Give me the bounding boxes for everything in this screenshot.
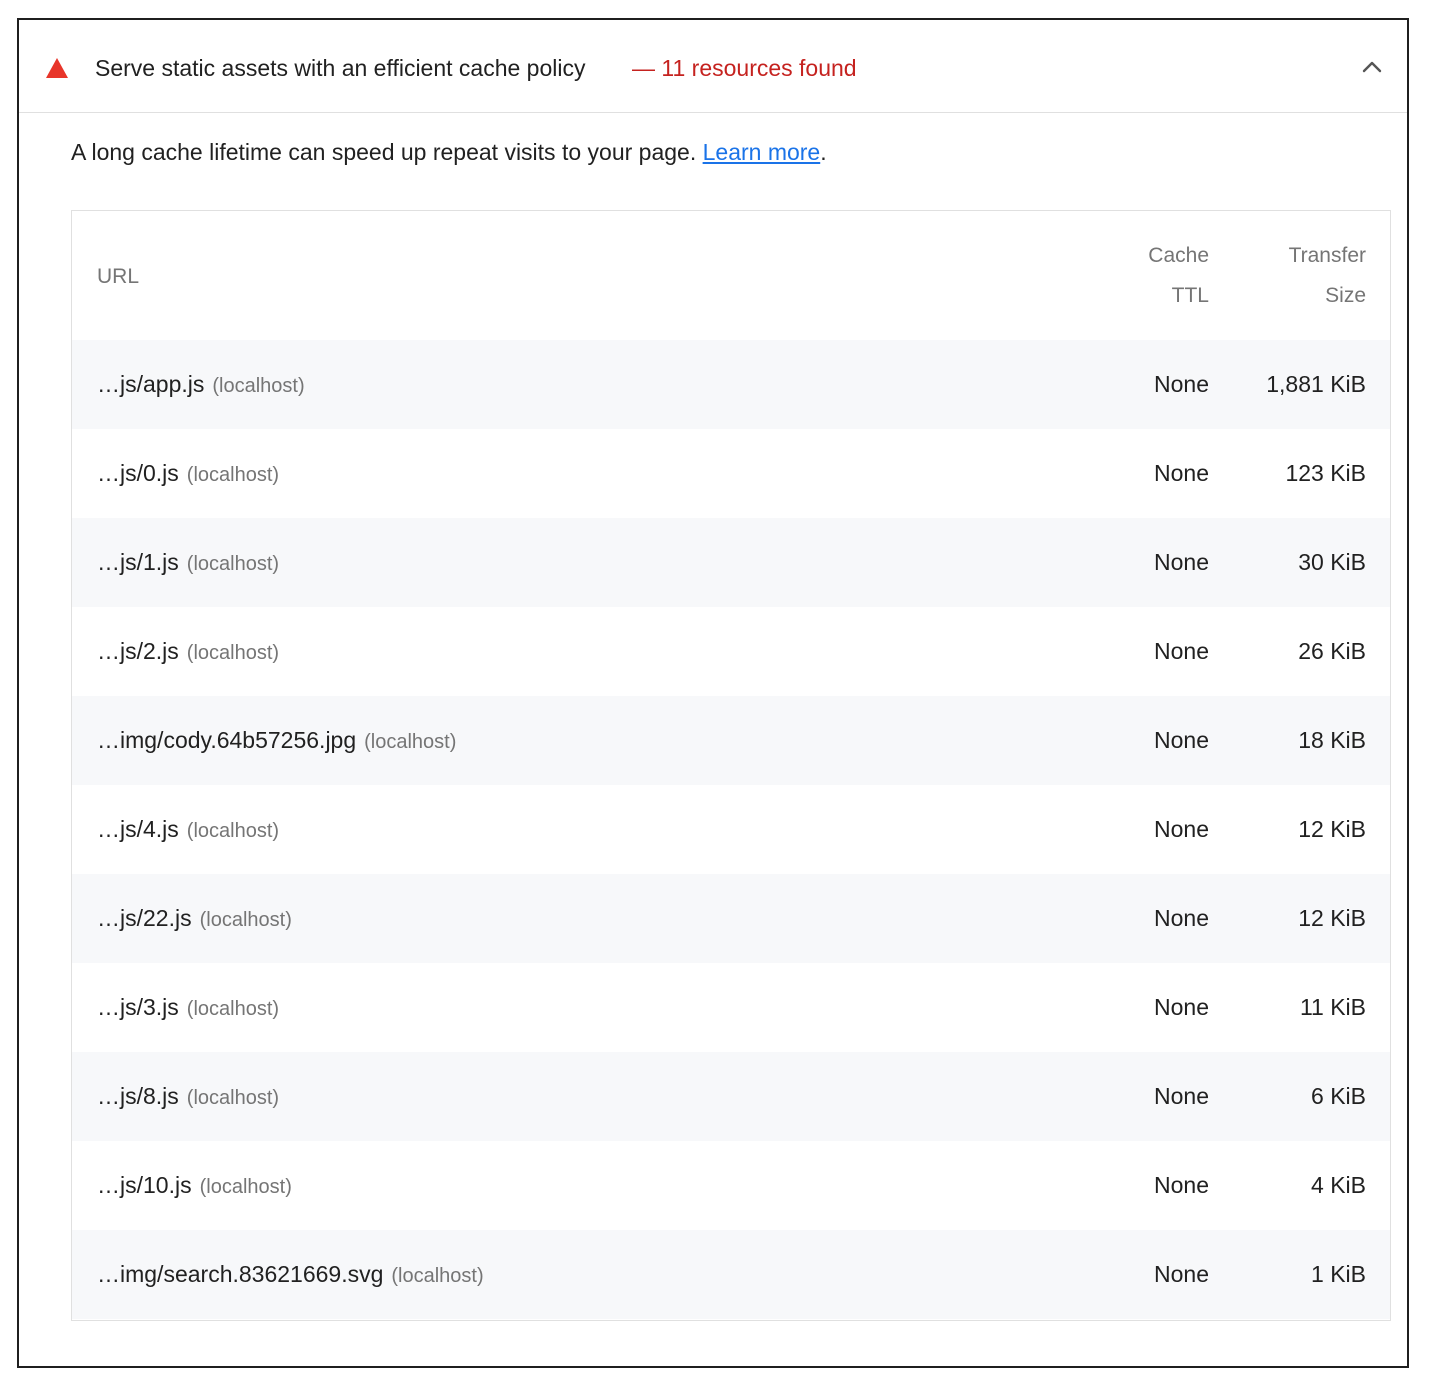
- table-row: …js/0.js (localhost) None 123 KiB: [72, 429, 1390, 518]
- audit-panel: Serve static assets with an efficient ca…: [17, 18, 1409, 1368]
- resource-host: (localhost): [186, 642, 280, 664]
- resource-path: …js/0.js: [97, 460, 179, 486]
- cache-ttl-value: None: [1154, 727, 1209, 753]
- column-header-url: URL: [97, 265, 140, 288]
- column-header-cache-ttl-line1: Cache: [1148, 244, 1209, 267]
- transfer-size-value: 12 KiB: [1298, 905, 1366, 931]
- resource-path: …js/3.js: [97, 994, 179, 1020]
- resource-host: (localhost): [391, 1265, 484, 1287]
- transfer-size-value: 1 KiB: [1311, 1261, 1366, 1287]
- transfer-size-value: 1,881 KiB: [1266, 371, 1366, 397]
- table-header: URL Cache TTL Transfer Size: [72, 211, 1390, 340]
- resource-path: …js/2.js: [97, 638, 179, 664]
- transfer-size-value: 6 KiB: [1311, 1083, 1366, 1109]
- resource-url[interactable]: …img/search.83621669.svg (localhost): [97, 1230, 484, 1321]
- description-suffix: .: [820, 139, 827, 165]
- column-header-cache-ttl-line2: TTL: [1171, 284, 1209, 307]
- resource-url[interactable]: …js/app.js (localhost): [97, 340, 305, 431]
- cache-ttl-value: None: [1154, 1083, 1209, 1109]
- resource-url[interactable]: …js/4.js (localhost): [97, 785, 279, 876]
- transfer-size-value: 4 KiB: [1311, 1172, 1366, 1198]
- resource-path: …js/22.js: [97, 905, 192, 931]
- resource-host: (localhost): [212, 375, 305, 397]
- audit-header[interactable]: Serve static assets with an efficient ca…: [19, 20, 1407, 113]
- resource-url[interactable]: …js/22.js (localhost): [97, 874, 292, 965]
- resource-path: …js/1.js: [97, 549, 179, 575]
- table-row: …js/1.js (localhost) None 30 KiB: [72, 518, 1390, 607]
- column-header-transfer-size-line2: Size: [1325, 284, 1366, 307]
- resource-path: …js/app.js: [97, 371, 205, 397]
- resource-host: (localhost): [199, 909, 292, 931]
- resource-host: (localhost): [186, 998, 280, 1020]
- audit-display-value: — 11 resources found: [632, 55, 857, 81]
- table-row: …img/search.83621669.svg (localhost) None…: [72, 1230, 1390, 1319]
- resource-url[interactable]: …js/3.js (localhost): [97, 963, 279, 1054]
- resource-url[interactable]: …js/8.js (localhost): [97, 1052, 279, 1143]
- resource-path: …img/cody.64b57256.jpg: [97, 727, 357, 753]
- column-header-transfer-size: Transfer Size: [1246, 236, 1366, 316]
- transfer-size-value: 26 KiB: [1298, 638, 1366, 664]
- warning-triangle-icon: [46, 58, 68, 78]
- resource-host: (localhost): [186, 1087, 280, 1109]
- resource-host: (localhost): [186, 464, 280, 486]
- cache-ttl-value: None: [1154, 994, 1209, 1020]
- resource-url[interactable]: …js/2.js (localhost): [97, 607, 279, 698]
- cache-ttl-value: None: [1154, 638, 1209, 664]
- cache-ttl-value: None: [1154, 549, 1209, 575]
- table-row: …js/3.js (localhost) None 11 KiB: [72, 963, 1390, 1052]
- transfer-size-value: 30 KiB: [1298, 549, 1366, 575]
- cache-ttl-value: None: [1154, 905, 1209, 931]
- cache-ttl-value: None: [1154, 460, 1209, 486]
- transfer-size-value: 11 KiB: [1299, 994, 1366, 1020]
- resources-table: URL Cache TTL Transfer Size …js/app.js (l…: [71, 210, 1391, 1321]
- resource-url[interactable]: …img/cody.64b57256.jpg (localhost): [97, 696, 456, 787]
- table-body: …js/app.js (localhost) None 1,881 KiB …js…: [72, 340, 1390, 1319]
- cache-ttl-value: None: [1154, 1172, 1209, 1198]
- resource-path: …js/8.js: [97, 1083, 179, 1109]
- resource-url[interactable]: …js/0.js (localhost): [97, 429, 279, 520]
- learn-more-link[interactable]: Learn more: [703, 139, 821, 165]
- table-row: …js/10.js (localhost) None 4 KiB: [72, 1141, 1390, 1230]
- cache-ttl-value: None: [1154, 371, 1209, 397]
- transfer-size-value: 12 KiB: [1298, 816, 1366, 842]
- resource-host: (localhost): [186, 553, 280, 575]
- table-row: …js/8.js (localhost) None 6 KiB: [72, 1052, 1390, 1141]
- resource-path: …img/search.83621669.svg: [97, 1261, 384, 1287]
- table-row: …js/app.js (localhost) None 1,881 KiB: [72, 340, 1390, 429]
- resource-url[interactable]: …js/10.js (localhost): [97, 1141, 292, 1232]
- table-row: …js/2.js (localhost) None 26 KiB: [72, 607, 1390, 696]
- table-row: …js/4.js (localhost) None 12 KiB: [72, 785, 1390, 874]
- resource-url[interactable]: …js/1.js (localhost): [97, 518, 279, 609]
- description-text: A long cache lifetime can speed up repea…: [71, 139, 703, 165]
- cache-ttl-value: None: [1154, 1261, 1209, 1287]
- resource-host: (localhost): [186, 820, 280, 842]
- column-header-cache-ttl: Cache TTL: [1089, 236, 1209, 316]
- audit-description: A long cache lifetime can speed up repea…: [71, 136, 827, 168]
- cache-ttl-value: None: [1154, 816, 1209, 842]
- resource-path: …js/10.js: [97, 1172, 192, 1198]
- transfer-size-value: 18 KiB: [1298, 727, 1366, 753]
- resource-host: (localhost): [364, 731, 457, 753]
- column-header-transfer-size-line1: Transfer: [1288, 244, 1366, 267]
- transfer-size-value: 123 KiB: [1285, 460, 1366, 486]
- resource-path: …js/4.js: [97, 816, 179, 842]
- table-row: …js/22.js (localhost) None 12 KiB: [72, 874, 1390, 963]
- table-row: …img/cody.64b57256.jpg (localhost) None 1…: [72, 696, 1390, 785]
- resource-host: (localhost): [199, 1176, 292, 1198]
- chevron-up-icon[interactable]: [1359, 54, 1385, 80]
- audit-title: Serve static assets with an efficient ca…: [95, 55, 586, 81]
